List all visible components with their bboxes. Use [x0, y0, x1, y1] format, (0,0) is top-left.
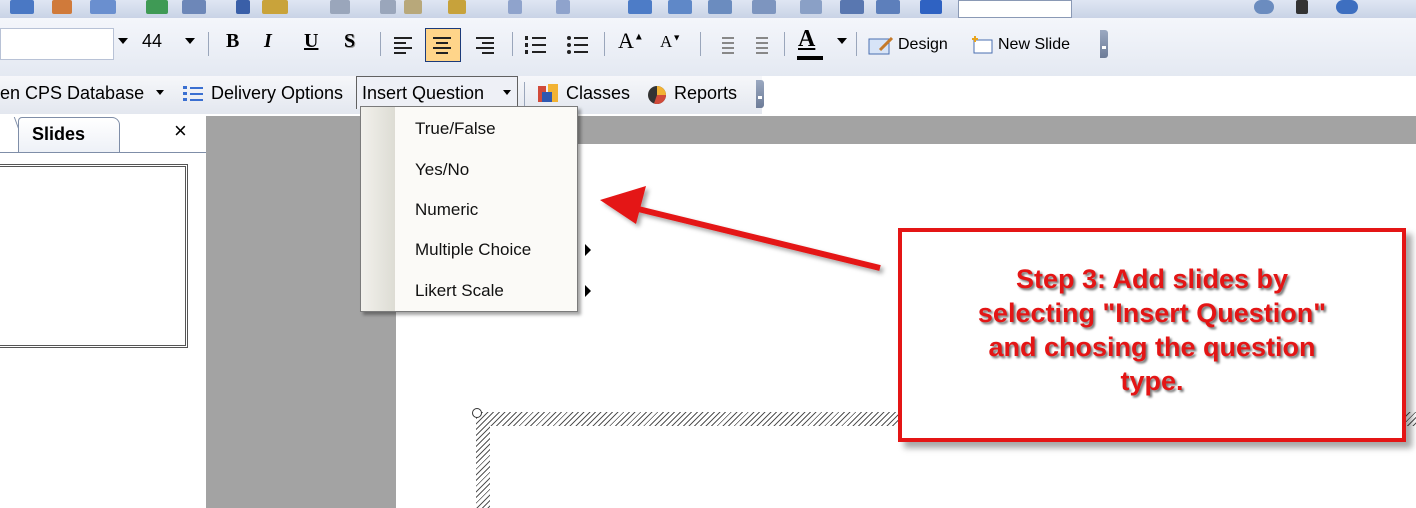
cps-toolbar: en CPS Database Delivery Options Insert …	[0, 76, 1416, 116]
new-slide-button[interactable]: New Slide	[998, 36, 1070, 54]
reports-icon	[648, 86, 666, 105]
globe-icon[interactable]	[1336, 0, 1358, 14]
numbered-list-icon[interactable]	[524, 34, 548, 56]
toolbar-icon[interactable]	[668, 0, 692, 14]
toolbar-icon[interactable]	[262, 0, 288, 14]
step3-callout: Step 3: Add slides by selecting "Insert …	[898, 228, 1406, 442]
cps-database-arrow-icon[interactable]	[156, 90, 164, 95]
increase-indent-icon[interactable]	[748, 34, 770, 56]
toolbar-icon[interactable]	[52, 0, 72, 14]
decrease-font-size-icon[interactable]: A▼	[660, 32, 681, 52]
cps-database-menu[interactable]: en CPS Database	[0, 83, 144, 104]
design-button[interactable]: Design	[898, 36, 948, 54]
toolbar-icon[interactable]	[876, 0, 900, 14]
menu-item-multiple-choice[interactable]: Multiple Choice	[395, 230, 591, 268]
toolbar-icon[interactable]	[330, 0, 350, 14]
close-icon[interactable]: ×	[174, 118, 187, 144]
bulleted-list-icon[interactable]	[566, 34, 590, 56]
zoom-combobox[interactable]	[958, 0, 1072, 18]
toolbar-icon[interactable]	[182, 0, 206, 14]
slides-tab-label: Slides	[32, 124, 86, 144]
toolbar-icon[interactable]	[508, 0, 522, 14]
align-right-icon[interactable]	[474, 34, 496, 56]
toolbar-icon[interactable]	[556, 0, 570, 14]
resize-handle[interactable]	[472, 408, 482, 418]
font-size-dropdown-arrow-icon[interactable]	[185, 38, 195, 44]
bold-button[interactable]: B	[226, 30, 239, 53]
help-icon[interactable]	[1254, 0, 1274, 14]
toolbar-icon[interactable]	[404, 0, 422, 14]
insert-question-label: Insert Question	[362, 83, 485, 103]
underline-button[interactable]: U	[304, 30, 318, 53]
new-slide-icon	[972, 36, 993, 54]
delivery-options-button[interactable]: Delivery Options	[211, 83, 343, 104]
menu-item-numeric[interactable]: Numeric	[395, 190, 575, 228]
toolbar-icon[interactable]	[708, 0, 732, 14]
font-color-button[interactable]: A	[798, 26, 815, 53]
insert-question-dropdown: True/False Yes/No Numeric Multiple Choic…	[360, 106, 591, 312]
align-left-icon[interactable]	[392, 34, 414, 56]
align-center-icon	[433, 37, 451, 54]
font-dropdown-arrow-icon[interactable]	[118, 38, 128, 44]
decrease-indent-icon[interactable]	[714, 34, 736, 56]
insert-question-arrow-icon[interactable]	[503, 90, 511, 95]
toolbar-icon[interactable]	[840, 0, 864, 14]
toolbar-icon[interactable]	[10, 0, 34, 14]
callout-text: Step 3: Add slides by selecting "Insert …	[977, 264, 1327, 396]
design-icon	[868, 36, 894, 55]
toolbar-options-grip[interactable]	[1296, 0, 1308, 14]
toolbar-icon[interactable]	[90, 0, 116, 14]
font-name-combobox[interactable]	[0, 28, 114, 60]
toolbar-icon[interactable]	[752, 0, 776, 14]
font-color-swatch	[797, 56, 823, 60]
toolbar-options-grip[interactable]	[1100, 30, 1108, 58]
formatting-toolbar: 44 B I U S A▲ A▼ A Design New Slide	[0, 18, 1416, 76]
font-color-arrow-icon[interactable]	[837, 38, 847, 44]
slide-thumbnail[interactable]	[0, 164, 188, 348]
submenu-arrow-icon	[585, 285, 591, 297]
classes-button[interactable]: Classes	[566, 83, 630, 104]
font-size-value[interactable]: 44	[142, 31, 162, 52]
toolbar-icon[interactable]	[920, 0, 942, 14]
toolbar-icon[interactable]	[380, 0, 396, 14]
toolbar-icon[interactable]	[800, 0, 822, 14]
toolbar-icon[interactable]	[236, 0, 250, 14]
annotation-arrow-icon	[600, 186, 881, 271]
toolbar-options-grip[interactable]	[756, 80, 764, 108]
toolbar-icon[interactable]	[146, 0, 168, 14]
shadow-button[interactable]: S	[344, 30, 355, 53]
menu-item-likert-scale[interactable]: Likert Scale	[395, 271, 591, 309]
menu-item-true-false[interactable]: True/False	[395, 109, 575, 147]
reports-button[interactable]: Reports	[674, 83, 737, 104]
standard-toolbar-partial	[0, 0, 1416, 19]
increase-font-size-icon[interactable]: A▲	[618, 28, 644, 54]
toolbar-icon[interactable]	[448, 0, 466, 14]
toolbar-icon[interactable]	[628, 0, 652, 14]
menu-item-yes-no[interactable]: Yes/No	[395, 150, 575, 188]
delivery-options-icon	[183, 86, 203, 101]
classes-icon	[538, 84, 558, 102]
italic-button[interactable]: I	[264, 30, 272, 53]
